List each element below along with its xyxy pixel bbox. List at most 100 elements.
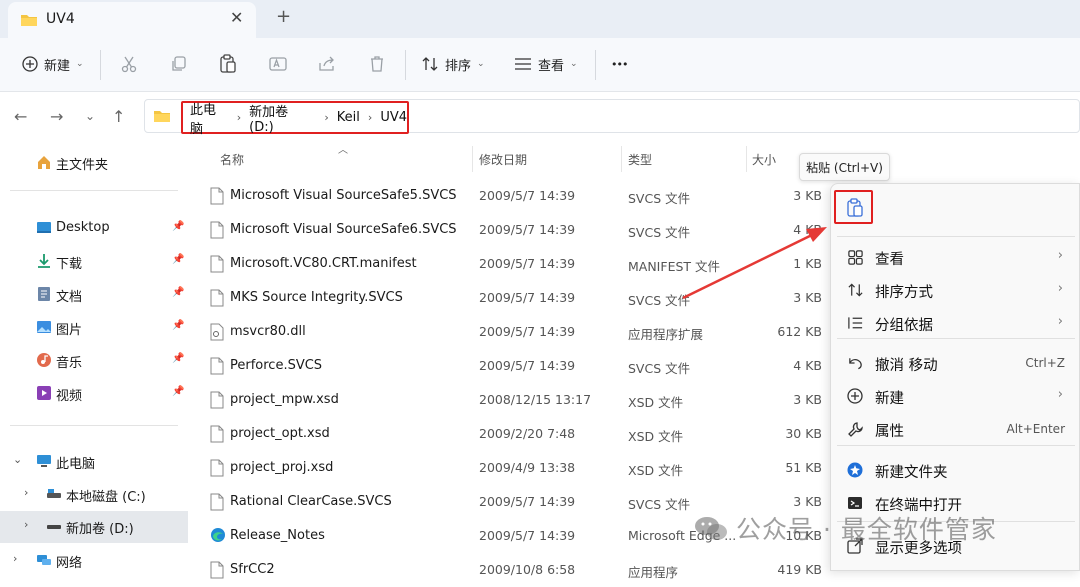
- clipboard-icon: [220, 54, 236, 73]
- view-button[interactable]: 查看 ⌄: [514, 52, 578, 76]
- file-row[interactable]: Perforce.SVCS 2009/5/7 14:39 SVCS 文件 4 KB: [190, 349, 830, 383]
- sidebar-item-drive-d[interactable]: › 新加卷 (D:): [0, 511, 188, 543]
- paste-button[interactable]: [834, 190, 873, 224]
- file-date: 2009/5/7 14:39: [479, 358, 576, 373]
- sidebar-item-videos[interactable]: 视频 📌: [0, 378, 188, 408]
- file-row[interactable]: project_proj.xsd 2009/4/9 13:38 XSD 文件 51 K…: [190, 451, 830, 485]
- menu-item-shortcut: Alt+Enter: [1006, 422, 1065, 436]
- up-arrow-icon[interactable]: ↑: [112, 107, 125, 126]
- column-divider[interactable]: [621, 146, 622, 172]
- pin-icon[interactable]: 📌: [172, 353, 184, 364]
- file-row[interactable]: SfrCC2 2009/10/8 6:58 应用程序 419 KB: [190, 553, 830, 587]
- chevron-right-icon[interactable]: ›: [24, 518, 28, 531]
- divider: [10, 190, 178, 191]
- file-icon: [210, 255, 224, 273]
- paste-tooltip: 粘贴 (Ctrl+V): [799, 153, 890, 181]
- sidebar-item-drive-c[interactable]: › 本地磁盘 (C:): [0, 479, 188, 509]
- chevron-right-icon[interactable]: ›: [237, 111, 241, 124]
- file-size: 3 KB: [793, 290, 822, 305]
- dll-file-icon: [210, 323, 224, 341]
- tab-uv4[interactable]: UV4 ✕: [8, 2, 256, 38]
- breadcrumb-item[interactable]: UV4: [380, 110, 407, 125]
- menu-item[interactable]: 新建文件夹: [831, 454, 1080, 487]
- sidebar-item-label: 视频: [56, 389, 83, 404]
- rename-icon: [269, 57, 287, 71]
- sidebar-item-label: 主文件夹: [56, 158, 109, 173]
- column-divider[interactable]: [472, 146, 473, 172]
- file-row[interactable]: Microsoft.VC80.CRT.manifest 2009/5/7 14:3…: [190, 247, 830, 281]
- column-divider[interactable]: [746, 146, 747, 172]
- pin-icon[interactable]: 📌: [172, 221, 184, 232]
- recent-chevron-icon[interactable]: ⌄: [85, 109, 95, 123]
- file-row[interactable]: Microsoft Visual SourceSafe6.SVCS 2009/5/…: [190, 213, 830, 247]
- sidebar-item-home[interactable]: 主文件夹: [0, 147, 188, 177]
- drive-icon: [47, 489, 61, 498]
- new-tab-button[interactable]: +: [276, 6, 291, 27]
- file-date: 2009/5/7 14:39: [479, 324, 576, 339]
- chevron-right-icon[interactable]: ›: [368, 111, 372, 124]
- menu-item-label: 分组依据: [875, 318, 933, 334]
- sidebar-item-desktop[interactable]: Desktop 📌: [0, 213, 188, 243]
- menu-item[interactable]: 排序方式 ›: [831, 274, 1080, 307]
- cut-button[interactable]: [120, 52, 138, 76]
- copy-button[interactable]: [170, 52, 188, 76]
- close-tab-icon[interactable]: ✕: [230, 8, 243, 27]
- menu-item-label: 撤消 移动: [875, 358, 938, 374]
- chevron-right-icon[interactable]: ›: [13, 552, 17, 565]
- file-row[interactable]: project_mpw.xsd 2008/12/15 13:17 XSD 文件 3 K…: [190, 383, 830, 417]
- menu-item[interactable]: 新建 ›: [831, 380, 1080, 413]
- pin-icon[interactable]: 📌: [172, 254, 184, 265]
- menu-item[interactable]: 属性 Alt+Enter: [831, 413, 1080, 446]
- paste-button[interactable]: [219, 52, 237, 76]
- chevron-right-icon[interactable]: ›: [24, 486, 28, 499]
- file-row[interactable]: project_opt.xsd 2009/2/20 7:48 XSD 文件 30 KB: [190, 417, 830, 451]
- breadcrumb-item[interactable]: 此电脑: [190, 99, 229, 137]
- column-header-type[interactable]: 类型: [628, 151, 652, 168]
- forward-arrow-icon[interactable]: →: [50, 107, 63, 126]
- file-name: Microsoft Visual SourceSafe5.SVCS: [230, 188, 457, 203]
- pin-icon[interactable]: 📌: [172, 386, 184, 397]
- breadcrumb-item[interactable]: 新加卷 (D:): [249, 101, 316, 135]
- more-button[interactable]: •••: [611, 52, 628, 76]
- file-row[interactable]: msvcr80.dll 2009/5/7 14:39 应用程序扩展 612 KB: [190, 315, 830, 349]
- sidebar-item-pictures[interactable]: 图片 📌: [0, 312, 188, 342]
- sidebar-item-this-pc[interactable]: ⌄ 此电脑: [0, 446, 188, 476]
- delete-button[interactable]: [369, 52, 385, 76]
- file-date: 2009/5/7 14:39: [479, 188, 576, 203]
- sidebar-item-downloads[interactable]: 下载 📌: [0, 246, 188, 276]
- sidebar-item-label: 图片: [56, 323, 83, 338]
- sort-button[interactable]: 排序 ⌄: [421, 52, 485, 76]
- file-row[interactable]: MKS Source Integrity.SVCS 2009/5/7 14:39 S…: [190, 281, 830, 315]
- sidebar-item-documents[interactable]: 文档 📌: [0, 279, 188, 309]
- menu-item[interactable]: 分组依据 ›: [831, 307, 1080, 340]
- column-header-size[interactable]: 大小: [752, 151, 776, 168]
- file-date: 2008/12/15 13:17: [479, 392, 592, 407]
- chevron-down-icon[interactable]: ⌄: [13, 453, 22, 466]
- file-type: SVCS 文件: [628, 191, 691, 206]
- new-button[interactable]: 新建 ⌄: [22, 52, 84, 76]
- file-name: project_proj.xsd: [230, 460, 334, 475]
- file-type: SVCS 文件: [628, 293, 691, 308]
- rename-button[interactable]: [269, 52, 287, 76]
- file-size: 51 KB: [785, 460, 822, 475]
- file-size: 612 KB: [777, 324, 822, 339]
- file-icon: [210, 221, 224, 239]
- sidebar-item-music[interactable]: 音乐 📌: [0, 345, 188, 375]
- file-icon: [210, 459, 224, 477]
- new-icon: [847, 388, 865, 406]
- chevron-right-icon[interactable]: ›: [324, 111, 328, 124]
- back-arrow-icon[interactable]: ←: [14, 107, 27, 126]
- file-icon: [210, 187, 224, 205]
- menu-item[interactable]: 撤消 移动 Ctrl+Z: [831, 347, 1080, 380]
- file-type: XSD 文件: [628, 395, 684, 410]
- breadcrumb-item[interactable]: Keil: [337, 110, 360, 125]
- grid-view-icon: [847, 249, 865, 267]
- pin-icon[interactable]: 📌: [172, 287, 184, 298]
- wrench-icon: [847, 421, 865, 439]
- column-header-date[interactable]: 修改日期: [479, 151, 527, 168]
- menu-item[interactable]: 查看 ›: [831, 241, 1080, 274]
- file-row[interactable]: Microsoft Visual SourceSafe5.SVCS 2009/5/…: [190, 179, 830, 213]
- share-button[interactable]: [318, 52, 336, 76]
- column-header-name[interactable]: 名称: [220, 151, 244, 168]
- pin-icon[interactable]: 📌: [172, 320, 184, 331]
